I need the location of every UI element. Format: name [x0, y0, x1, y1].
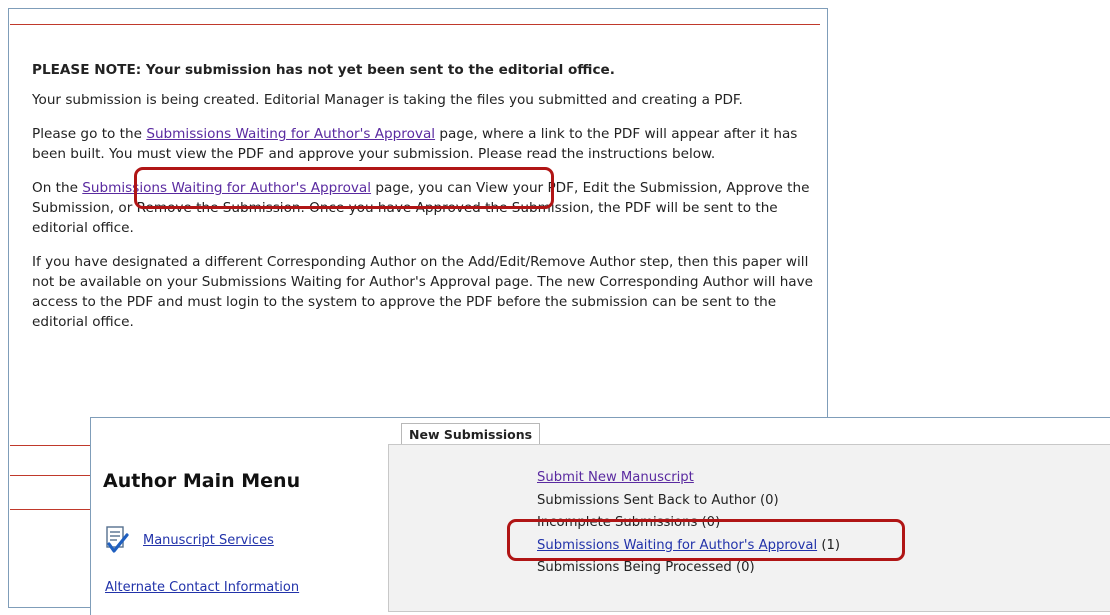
top-divider — [10, 24, 820, 25]
highlight-box-notice-link — [134, 167, 554, 209]
notice-paragraph-2: Please go to the Submissions Waiting for… — [32, 124, 822, 164]
document-check-icon — [105, 526, 129, 554]
alternate-contact-link[interactable]: Alternate Contact Information — [105, 580, 299, 595]
manuscript-services-link[interactable]: Manuscript Services — [143, 533, 274, 548]
divider-left-1 — [10, 445, 100, 446]
paragraph-2-intro: Please go to the — [32, 126, 147, 142]
list-item-sent-back: Submissions Sent Back to Author (0) — [537, 492, 779, 508]
menu-title: Author Main Menu — [103, 470, 301, 492]
author-main-menu-panel: Author Main Menu Manuscript Services Alt… — [90, 417, 1110, 615]
divider-left-2 — [10, 475, 100, 476]
notice-paragraph-4: If you have designated a different Corre… — [32, 254, 814, 330]
divider-left-3 — [10, 509, 100, 510]
notice-paragraph-1: Your submission is being created. Editor… — [32, 92, 743, 108]
waiting-approval-link[interactable]: Submissions Waiting for Author's Approva… — [146, 126, 435, 142]
submit-new-manuscript-link[interactable]: Submit New Manuscript — [537, 470, 694, 485]
notice-heading: PLEASE NOTE: Your submission has not yet… — [32, 62, 615, 78]
list-item-processed: Submissions Being Processed (0) — [537, 560, 755, 575]
highlight-box-menu-link — [507, 519, 905, 561]
manuscript-services-row[interactable]: Manuscript Services — [105, 526, 274, 554]
list-item-submit-new: Submit New Manuscript — [537, 468, 840, 491]
tab-new-submissions[interactable]: New Submissions — [401, 423, 541, 445]
paragraph-3-intro: On the — [32, 180, 83, 196]
